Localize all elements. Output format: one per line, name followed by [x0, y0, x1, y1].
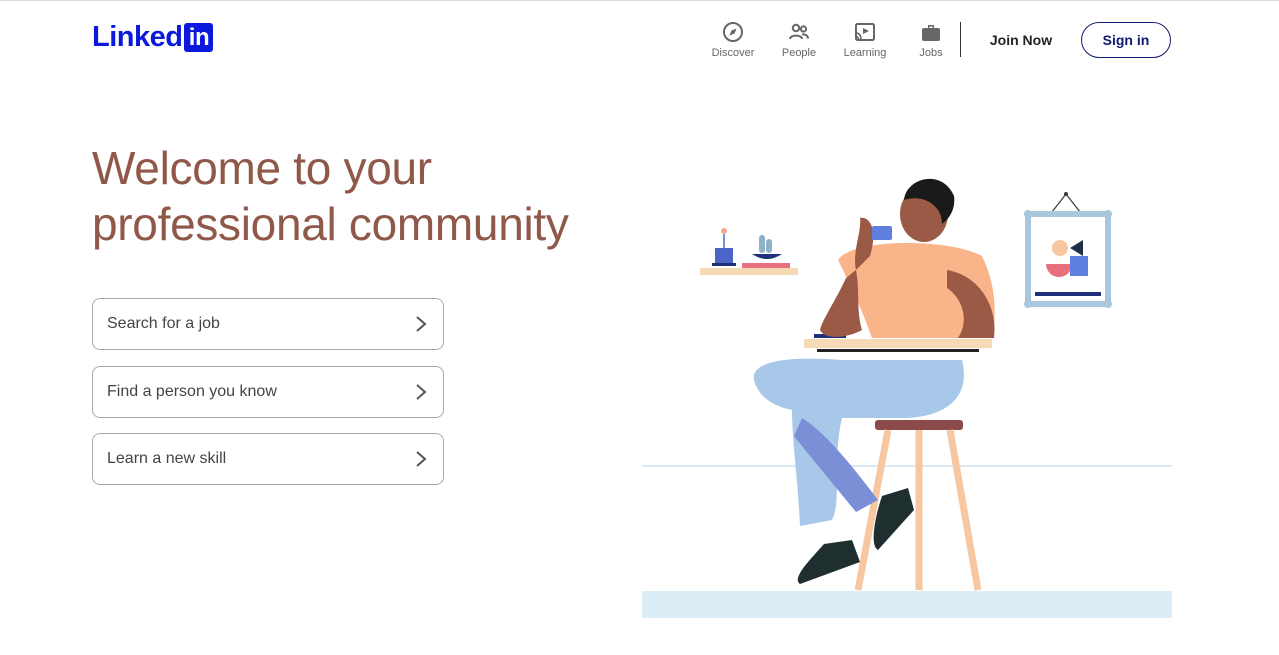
- chevron-right-icon: [416, 384, 427, 400]
- join-now-button[interactable]: Join Now: [978, 22, 1064, 58]
- learning-icon: [855, 23, 875, 41]
- nav-discover[interactable]: Discover: [700, 20, 766, 59]
- nav-label-people: People: [781, 47, 817, 59]
- chevron-right-icon: [416, 316, 427, 332]
- compass-icon: [723, 22, 743, 42]
- nav-divider: [960, 22, 961, 57]
- hero-title-line1: Welcome to your: [92, 142, 432, 194]
- search-job-option[interactable]: Search for a job: [92, 298, 444, 350]
- people-icon: [789, 23, 809, 40]
- nav-label-discover: Discover: [711, 47, 755, 59]
- chevron-right-icon: [416, 451, 427, 467]
- nav-label-jobs: Jobs: [919, 47, 943, 59]
- hero-title: Welcome to your professional community: [92, 140, 632, 252]
- top-border: [0, 0, 1279, 4]
- find-person-option[interactable]: Find a person you know: [92, 366, 444, 418]
- logo-in-box: in: [184, 22, 214, 52]
- nav-label-learning: Learning: [843, 47, 887, 59]
- nav-learning[interactable]: Learning: [832, 20, 898, 59]
- option-label-search-job: Search for a job: [107, 315, 220, 332]
- hero-title-line2: professional community: [92, 198, 569, 250]
- nav-jobs[interactable]: Jobs: [898, 20, 964, 59]
- sign-in-button[interactable]: Sign in: [1081, 22, 1171, 58]
- nav-people[interactable]: People: [766, 20, 832, 59]
- hero-illustration: [642, 178, 1172, 618]
- linkedin-logo[interactable]: Linked in: [92, 21, 214, 53]
- learn-skill-option[interactable]: Learn a new skill: [92, 433, 444, 485]
- top-nav: Discover People Learning Jobs: [700, 20, 964, 59]
- briefcase-icon: [922, 25, 940, 41]
- option-label-find-person: Find a person you know: [107, 383, 277, 400]
- logo-text: Linked: [92, 21, 183, 53]
- option-label-learn-skill: Learn a new skill: [107, 450, 227, 467]
